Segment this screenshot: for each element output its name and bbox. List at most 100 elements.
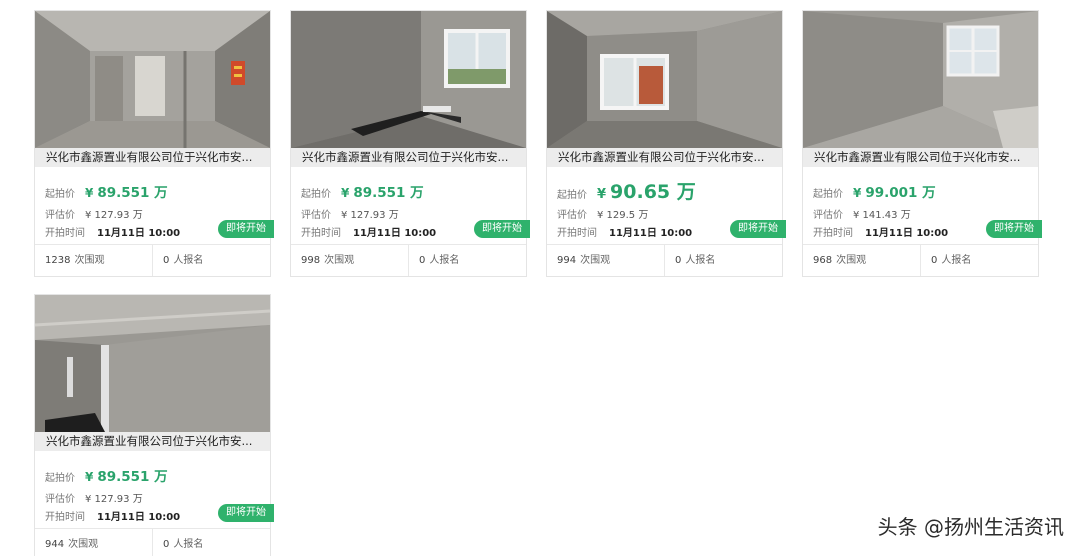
room-window-photo-icon [547, 11, 782, 148]
views-unit: 次围观 [580, 255, 611, 266]
start-time-label: 开拍时间 [301, 228, 341, 239]
listing-title[interactable]: 兴化市鑫源置业有限公司位于兴化市安... [35, 432, 270, 451]
start-price-row: 起拍价 ¥99.001 万 [813, 181, 936, 203]
appraisal-value: ¥ 127.93 万 [341, 210, 399, 221]
appraisal-value: ¥ 127.93 万 [85, 494, 143, 505]
start-price-label: 起拍价 [813, 189, 843, 200]
start-price-amount: 89.551 万 [97, 185, 168, 201]
status-badge: 即将开始 [218, 504, 274, 522]
views-unit: 次围观 [836, 255, 867, 266]
signup-unit: 人报名 [173, 255, 204, 266]
appraisal-value: ¥ 141.43 万 [853, 210, 911, 221]
currency-symbol: ¥ [853, 186, 862, 200]
room-photo-icon [35, 295, 270, 432]
signup-count: 0 [419, 255, 426, 266]
signup-stat: 0 人报名 [152, 245, 270, 276]
watermark-text: 头条 @扬州生活资讯 [877, 515, 1064, 539]
start-time-row: 开拍时间 11月11日 10:00 [45, 508, 181, 523]
signup-count: 0 [163, 255, 170, 266]
views-unit: 次围观 [68, 539, 99, 550]
start-price-value: ¥89.551 万 [341, 181, 424, 201]
views-stat: 944 次围观 [35, 529, 152, 556]
start-price-label: 起拍价 [45, 473, 75, 484]
start-price-row: 起拍价 ¥90.65 万 [557, 177, 696, 203]
start-price-amount: 90.65 万 [610, 181, 696, 203]
signup-count: 0 [163, 539, 170, 550]
appraisal-label: 评估价 [813, 210, 843, 221]
listing-title[interactable]: 兴化市鑫源置业有限公司位于兴化市安... [547, 148, 782, 167]
listing-stats: 994 次围观 0 人报名 [547, 244, 782, 276]
listing-card[interactable]: 兴化市鑫源置业有限公司位于兴化市安... 起拍价 ¥89.551 万 评估价 ¥ … [290, 10, 530, 277]
listing-title[interactable]: 兴化市鑫源置业有限公司位于兴化市安... [291, 148, 526, 167]
property-photo[interactable] [803, 11, 1038, 148]
start-price-value: ¥90.65 万 [597, 177, 696, 204]
appraisal-label: 评估价 [45, 494, 75, 505]
views-stat: 1238 次围观 [35, 245, 152, 276]
views-stat: 968 次围观 [803, 245, 920, 276]
listing-card[interactable]: 兴化市鑫源置业有限公司位于兴化市安... 起拍价 ¥90.65 万 评估价 ¥ 1… [546, 10, 786, 277]
views-stat: 994 次围观 [547, 245, 664, 276]
status-badge: 即将开始 [730, 220, 786, 238]
views-unit: 次围观 [324, 255, 355, 266]
room-window-photo-icon [803, 11, 1038, 148]
start-time-label: 开拍时间 [813, 228, 853, 239]
currency-symbol: ¥ [341, 186, 350, 200]
listing-card[interactable]: 兴化市鑫源置业有限公司位于兴化市安... 起拍价 ¥89.551 万 评估价 ¥ … [34, 10, 274, 277]
start-time-value: 11月11日 10:00 [865, 228, 949, 239]
appraisal-label: 评估价 [301, 210, 331, 221]
start-price-value: ¥99.001 万 [853, 181, 936, 201]
signup-count: 0 [931, 255, 938, 266]
signup-stat: 0 人报名 [920, 245, 1038, 276]
start-time-label: 开拍时间 [557, 228, 597, 239]
start-price-row: 起拍价 ¥89.551 万 [301, 181, 424, 203]
signup-unit: 人报名 [429, 255, 460, 266]
currency-symbol: ¥ [85, 470, 94, 484]
listing-title[interactable]: 兴化市鑫源置业有限公司位于兴化市安... [803, 148, 1038, 167]
signup-count: 0 [675, 255, 682, 266]
signup-stat: 0 人报名 [408, 245, 526, 276]
views-count: 998 [301, 255, 321, 266]
start-price-label: 起拍价 [45, 189, 75, 200]
views-stat: 998 次围观 [291, 245, 408, 276]
property-photo[interactable] [291, 11, 526, 148]
appraisal-label: 评估价 [557, 210, 587, 221]
currency-symbol: ¥ [85, 186, 94, 200]
start-price-value: ¥89.551 万 [85, 465, 168, 485]
views-count: 944 [45, 539, 65, 550]
appraisal-value: ¥ 129.5 万 [597, 210, 649, 221]
listing-stats: 944 次围观 0 人报名 [35, 528, 270, 556]
appraisal-row: 评估价 ¥ 127.93 万 [301, 206, 399, 221]
listing-title[interactable]: 兴化市鑫源置业有限公司位于兴化市安... [35, 148, 270, 167]
appraisal-label: 评估价 [45, 210, 75, 221]
start-price-row: 起拍价 ¥89.551 万 [45, 181, 168, 203]
property-photo[interactable] [35, 11, 270, 148]
views-unit: 次围观 [74, 255, 105, 266]
start-time-row: 开拍时间 11月11日 10:00 [557, 224, 692, 239]
signup-unit: 人报名 [685, 255, 716, 266]
start-price-label: 起拍价 [557, 190, 587, 201]
start-price-amount: 89.551 万 [353, 185, 424, 201]
signup-unit: 人报名 [173, 539, 204, 550]
property-photo[interactable] [547, 11, 782, 148]
currency-symbol: ¥ [597, 187, 607, 202]
start-price-label: 起拍价 [301, 189, 331, 200]
listing-stats: 998 次围观 0 人报名 [291, 244, 526, 276]
views-count: 994 [557, 255, 577, 266]
appraisal-row: 评估价 ¥ 127.93 万 [45, 206, 143, 221]
appraisal-value: ¥ 127.93 万 [85, 210, 143, 221]
start-time-value: 11月11日 10:00 [97, 512, 181, 523]
listing-card[interactable]: 兴化市鑫源置业有限公司位于兴化市安... 起拍价 ¥99.001 万 评估价 ¥ … [802, 10, 1042, 277]
appraisal-row: 评估价 ¥ 127.93 万 [45, 490, 143, 505]
start-time-value: 11月11日 10:00 [353, 228, 437, 239]
start-price-amount: 89.551 万 [97, 469, 168, 485]
appraisal-row: 评估价 ¥ 129.5 万 [557, 206, 649, 221]
start-price-value: ¥89.551 万 [85, 181, 168, 201]
signup-unit: 人报名 [941, 255, 972, 266]
status-badge: 即将开始 [986, 220, 1042, 238]
views-count: 968 [813, 255, 833, 266]
property-photo[interactable] [35, 295, 270, 432]
appraisal-row: 评估价 ¥ 141.43 万 [813, 206, 911, 221]
listing-card[interactable]: 兴化市鑫源置业有限公司位于兴化市安... 起拍价 ¥89.551 万 评估价 ¥ … [34, 294, 274, 556]
views-count: 1238 [45, 255, 71, 266]
start-time-row: 开拍时间 11月11日 10:00 [301, 224, 437, 239]
